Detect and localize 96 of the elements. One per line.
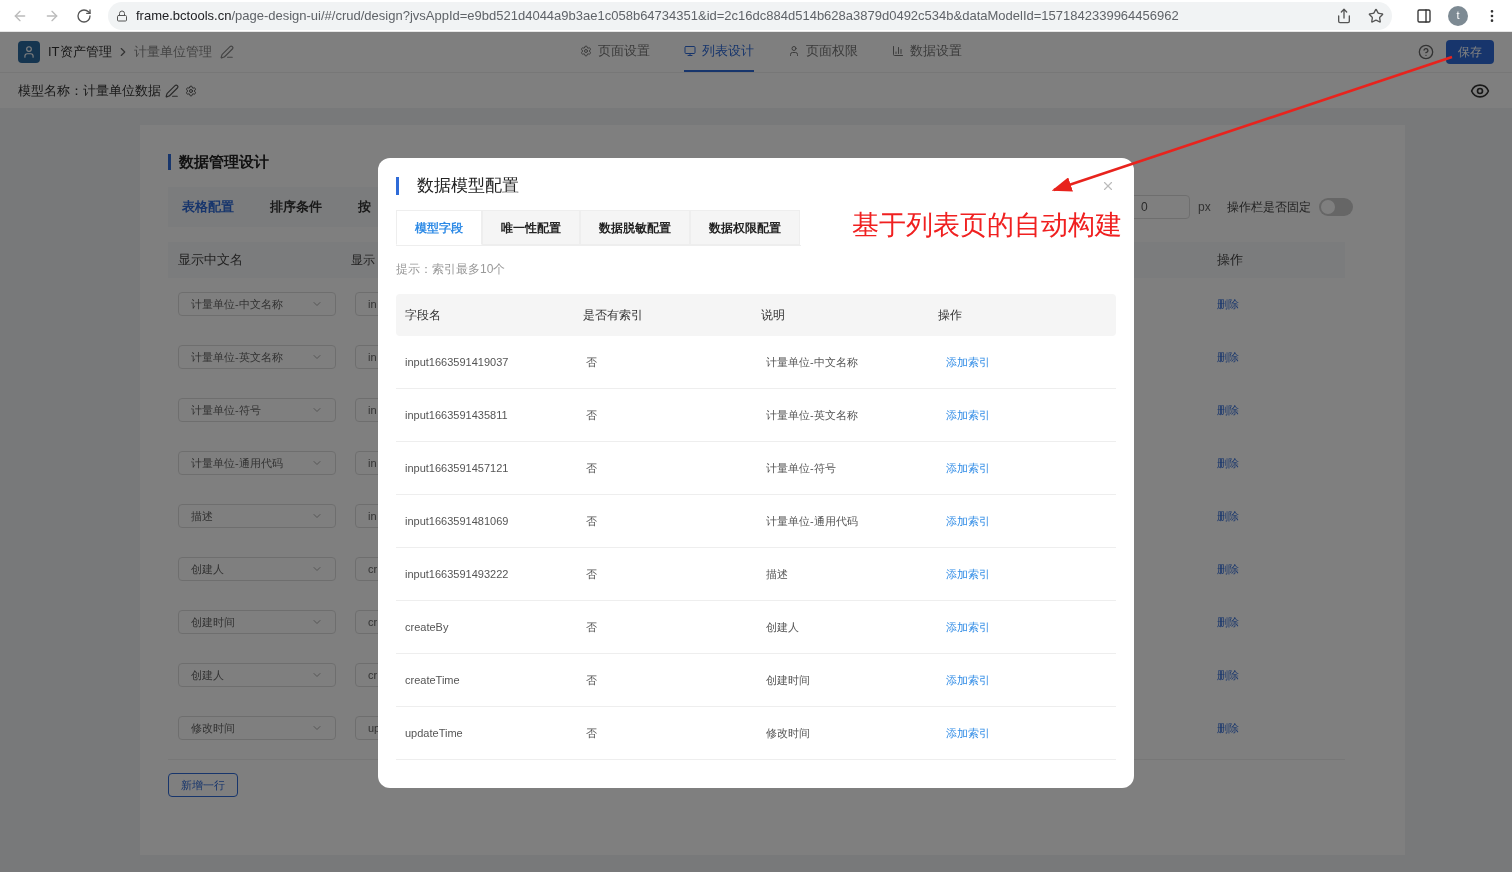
- modal-tab[interactable]: 唯一性配置: [482, 210, 580, 245]
- table-cell-text: 否: [586, 354, 598, 370]
- reload-icon[interactable]: [76, 7, 92, 24]
- delete-link[interactable]: 删除: [1217, 454, 1345, 472]
- select-field[interactable]: 创建人: [178, 663, 336, 687]
- settings-icon[interactable]: [185, 84, 197, 97]
- modal-tab[interactable]: 数据权限配置: [690, 210, 800, 245]
- url-text: frame.bctools.cn/page-design-ui/#/crud/design?jvsAppId=e9bd521d4044a9b3ae1c058b64734351&id=2c16dc884d514b628a3879d0492c534b&dataModelId=1571842339964456962: [136, 6, 1179, 25]
- gear-icon: [579, 45, 592, 57]
- side-panel-icon[interactable]: [1416, 7, 1432, 24]
- add-index-link[interactable]: 添加索引: [946, 671, 990, 689]
- lock-icon: [116, 9, 128, 22]
- add-index-link[interactable]: 添加索引: [946, 618, 990, 636]
- delete-link[interactable]: 删除: [1217, 560, 1345, 578]
- add-index-link[interactable]: 添加索引: [946, 353, 990, 371]
- modal-tab[interactable]: 数据脱敏配置: [580, 210, 690, 245]
- table-cell-text: 否: [586, 566, 598, 582]
- column-header: 是否有索引: [582, 307, 644, 324]
- table-cell-text: input1663591457121: [405, 460, 510, 476]
- save-button[interactable]: 保存: [1446, 40, 1494, 64]
- table-cell-text: 创建时间: [766, 672, 811, 688]
- table-cell-text: 计量单位-英文名称: [766, 407, 859, 423]
- table-cell-text: 计量单位-符号: [766, 460, 837, 476]
- table-cell-text: 描述: [766, 566, 789, 582]
- delete-link[interactable]: 删除: [1217, 348, 1345, 366]
- select-field[interactable]: 描述: [178, 504, 336, 528]
- select-field[interactable]: 计量单位-符号: [178, 398, 336, 422]
- toggle-switch[interactable]: [1318, 197, 1353, 216]
- config-tab[interactable]: 表格配置: [182, 196, 234, 217]
- help-icon[interactable]: [1418, 44, 1434, 60]
- add-index-link[interactable]: 添加索引: [946, 406, 990, 424]
- add-index-link[interactable]: 添加索引: [946, 512, 990, 530]
- column-header: 说明: [760, 307, 786, 324]
- table-cell-text: 否: [586, 460, 598, 476]
- delete-link[interactable]: 删除: [1217, 613, 1345, 631]
- select-field[interactable]: 计量单位-中文名称: [178, 292, 336, 316]
- select-field[interactable]: 计量单位-通用代码: [178, 451, 336, 475]
- logo-icon: [18, 41, 40, 63]
- table-cell-text: 计量单位-中文名称: [766, 354, 859, 370]
- delete-link[interactable]: 删除: [1217, 666, 1345, 684]
- nav-tab[interactable]: 数据设置: [891, 32, 962, 72]
- modal-tab[interactable]: 模型字段: [396, 210, 482, 245]
- table-cell-text: 否: [586, 725, 598, 741]
- table-cell-text: 否: [586, 672, 598, 688]
- table-cell-text: input1663591481069: [405, 513, 510, 529]
- app-name[interactable]: IT资产管理: [48, 42, 112, 62]
- column-header: 字段名: [405, 307, 442, 324]
- table-cell-text: 修改时间: [766, 725, 811, 741]
- edit-icon[interactable]: [219, 45, 234, 59]
- config-tab[interactable]: 排序条件: [270, 196, 322, 217]
- model-name: 模型名称：计量单位数据: [18, 81, 161, 100]
- annotation-text: 基于列表页的自动构建: [852, 212, 1122, 239]
- star-icon[interactable]: [1368, 7, 1384, 24]
- profile-avatar[interactable]: t: [1448, 5, 1468, 26]
- table-cell-text: 否: [586, 407, 598, 423]
- column-header: 操作: [938, 307, 964, 324]
- column-header: 显示中文名: [178, 250, 244, 269]
- add-index-link[interactable]: 添加索引: [946, 459, 990, 477]
- add-index-link[interactable]: 添加索引: [946, 724, 990, 742]
- delete-link[interactable]: 删除: [1217, 719, 1345, 737]
- table-cell-text: input1663591435811: [405, 407, 509, 423]
- table-cell-text: input1663591493222: [405, 566, 510, 582]
- add-row-button[interactable]: 新增一行: [168, 772, 238, 797]
- table-cell-text: createTime: [405, 672, 461, 688]
- hint-text: 提示：索引最多10个: [396, 261, 507, 278]
- table-cell-text: 计量单位-通用代码: [766, 513, 859, 529]
- column-header: 操作: [1217, 250, 1244, 269]
- nav-tab[interactable]: 页面权限: [787, 32, 858, 72]
- add-index-link[interactable]: 添加索引: [946, 565, 990, 583]
- section-title: 数据管理设计: [179, 152, 269, 172]
- address-bar[interactable]: frame.bctools.cn/page-design-ui/#/crud/design?jvsAppId=e9bd521d4044a9b3ae1c058b64734351&id=2c16dc884d514b628a3879d0492c534b&dataModelId=1571842339964456962: [108, 1, 1392, 30]
- config-tab[interactable]: 按: [358, 196, 371, 217]
- select-field[interactable]: 创建时间: [178, 610, 336, 634]
- nav-tab[interactable]: 页面设置: [579, 32, 650, 72]
- column-header: 显示: [351, 251, 375, 269]
- table-cell-text: 否: [586, 513, 598, 529]
- delete-link[interactable]: 删除: [1217, 507, 1345, 525]
- person-icon: [787, 45, 800, 57]
- unit-label: px: [1198, 198, 1211, 216]
- select-field[interactable]: 计量单位-英文名称: [178, 345, 336, 369]
- delete-link[interactable]: 删除: [1217, 401, 1345, 419]
- table-cell-text: updateTime: [405, 725, 464, 741]
- monitor-icon: [683, 45, 696, 57]
- fixed-label: 操作栏是否固定: [1226, 198, 1311, 216]
- table-cell-text: 创建人: [766, 619, 800, 635]
- bar-chart-icon: [891, 45, 904, 57]
- select-field[interactable]: 修改时间: [178, 716, 336, 740]
- table-cell-text: 否: [586, 619, 598, 635]
- table-cell-text: createBy: [405, 619, 450, 635]
- select-field[interactable]: 创建人: [178, 557, 336, 581]
- modal-title: 数据模型配置: [417, 175, 519, 198]
- delete-link[interactable]: 删除: [1217, 295, 1345, 313]
- share-icon[interactable]: [1336, 7, 1352, 24]
- edit-icon[interactable]: [165, 83, 179, 98]
- table-cell-text: input1663591419037: [405, 354, 510, 370]
- close-icon[interactable]: [1101, 179, 1115, 193]
